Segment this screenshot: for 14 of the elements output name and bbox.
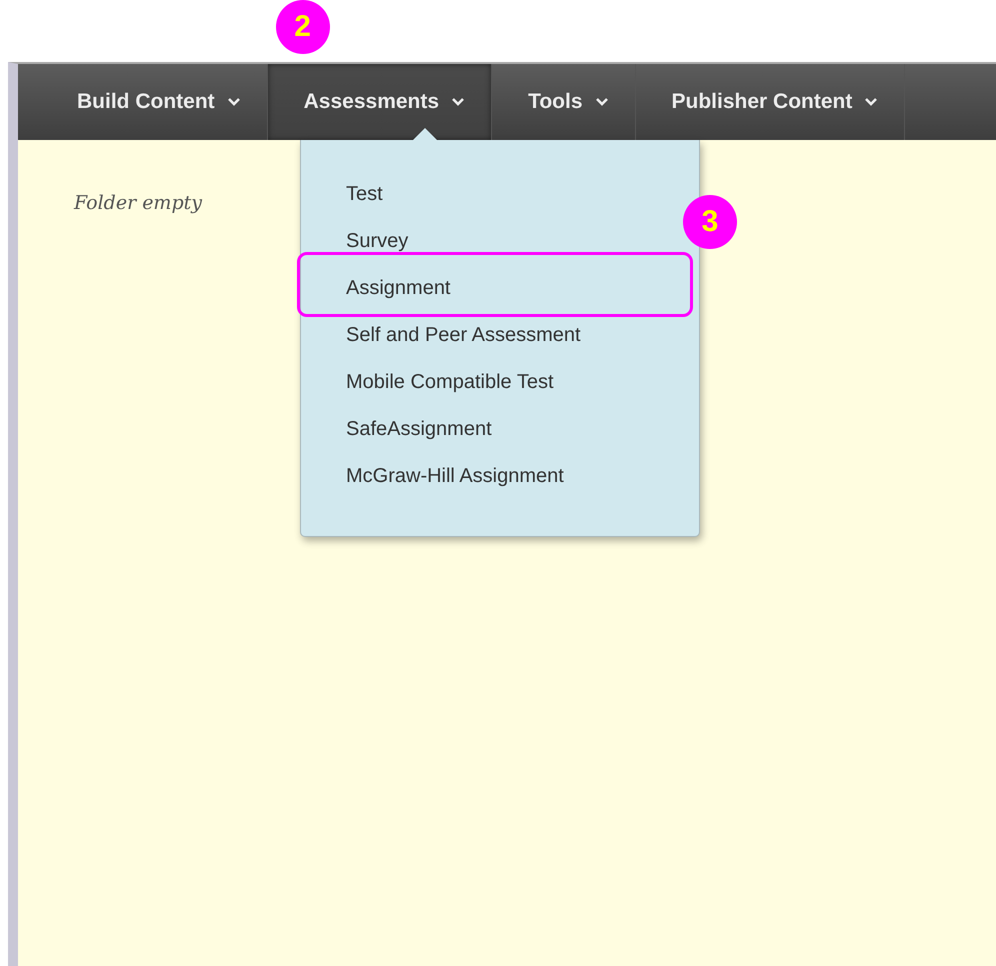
menu-item[interactable]: McGraw-Hill Assignment [346,464,564,488]
chevron-down-icon [864,97,878,107]
menu-item[interactable]: Self and Peer Assessment [346,323,581,347]
empty-message: Folder empty [74,192,202,214]
chevron-down-icon [226,97,241,107]
menu-item[interactable]: Mobile Compatible Test [346,370,554,394]
menu-item[interactable]: Survey [346,229,408,253]
menu-item[interactable]: SafeAssignment [346,417,492,441]
step-badge: 2 [276,0,330,54]
menu-item[interactable]: Assignment [346,276,450,300]
chevron-down-icon [451,97,466,107]
menu-item[interactable]: Test [346,182,383,206]
step-badge: 3 [683,195,737,249]
chevron-down-icon [594,97,609,107]
